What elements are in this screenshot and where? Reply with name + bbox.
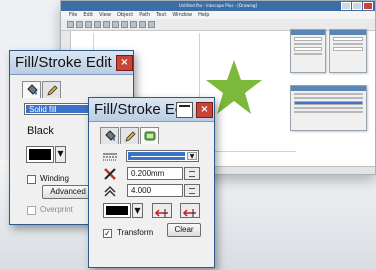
panel-row (294, 47, 322, 51)
transform-checkbox[interactable]: ✓ (103, 229, 112, 238)
close-icon: × (200, 104, 209, 115)
miter-limit-icon (104, 185, 116, 197)
panel-line (294, 43, 322, 45)
undo-icon[interactable] (130, 21, 137, 28)
chevron-down-icon[interactable]: ▼ (187, 152, 197, 160)
winding-checkbox[interactable] (27, 175, 36, 184)
dialog-title-bar: Fill/Stroke Edit × (10, 51, 133, 75)
chevron-down-icon: ▼ (134, 206, 141, 215)
app-toolbar (61, 19, 375, 31)
print-icon[interactable] (94, 21, 101, 28)
stroke-width-field[interactable]: 0.200mm (127, 167, 183, 180)
copy-icon[interactable] (112, 21, 119, 28)
redo-icon[interactable] (139, 21, 146, 28)
panel-row (294, 37, 322, 41)
start-arrow-button[interactable] (152, 203, 172, 218)
line-style-value (128, 152, 185, 160)
start-arrow-icon (154, 209, 168, 217)
panel-line (294, 97, 363, 99)
app-close-button[interactable] (363, 2, 373, 10)
fill-stroke-dialog-front: Fill/Stroke Edit × ▼ 0.200mm 4.000 ▼ ✓ T… (88, 97, 215, 268)
stroke-color-dropdown[interactable]: ▼ (132, 203, 143, 218)
close-button[interactable]: × (116, 55, 133, 71)
panel-row (333, 47, 363, 51)
menu-text[interactable]: Text (156, 11, 166, 19)
app-title-bar: Untitled.fhx - Inkscape Plus - [Drawing] (61, 1, 375, 11)
panel-line (294, 111, 363, 113)
paint-bucket-icon (105, 130, 116, 141)
tab-fill[interactable] (100, 127, 119, 144)
color-name-label: Black (27, 125, 54, 137)
overprint-checkbox[interactable] (27, 206, 36, 215)
miter-limit-field[interactable]: 4.000 (127, 184, 183, 197)
app-menu-bar: File Edit View Object Path Text Window H… (61, 11, 375, 19)
line-style-icon (103, 153, 117, 161)
app-maximize-button[interactable] (352, 2, 362, 10)
stroke-color-swatch[interactable] (103, 203, 131, 218)
swatch-fill (106, 206, 128, 215)
zoom-icon[interactable] (148, 21, 155, 28)
new-icon[interactable] (67, 21, 74, 28)
winding-label: Winding (40, 174, 69, 183)
panel-line (294, 107, 363, 109)
menu-file[interactable]: File (69, 11, 77, 19)
panel-title-bar (291, 86, 366, 91)
close-icon: × (120, 57, 129, 68)
menu-object[interactable]: Object (117, 11, 133, 19)
tab-fill-stroke[interactable] (140, 127, 159, 144)
miter-limit-stepper[interactable] (184, 184, 200, 197)
dialog-title-bar: Fill/Stroke Edit × (89, 98, 214, 122)
end-arrow-icon (182, 209, 196, 217)
pencil-icon (47, 85, 58, 96)
pencil-icon (125, 131, 136, 142)
cut-icon[interactable] (103, 21, 110, 28)
panel-title-bar (330, 30, 366, 35)
panel-title-bar (291, 30, 325, 35)
panel-line (333, 43, 363, 45)
layers-panel (290, 85, 367, 131)
swatch-fill (29, 149, 51, 160)
tab-stroke[interactable] (120, 127, 139, 144)
clear-button[interactable]: Clear (167, 223, 201, 237)
menu-edit[interactable]: Edit (83, 11, 93, 19)
app-minimize-button[interactable] (341, 2, 351, 10)
overprint-label: Overprint (40, 205, 73, 214)
color-dropdown-button[interactable]: ▼ (55, 146, 66, 163)
paint-bucket-icon (27, 84, 38, 95)
maximize-button[interactable] (176, 102, 193, 118)
advanced-button[interactable]: Advanced (42, 185, 94, 199)
transform-label: Transform (117, 228, 154, 237)
menu-help[interactable]: Help (198, 11, 209, 19)
stroke-width-stepper[interactable] (184, 167, 200, 180)
chevron-down-icon: ▼ (57, 149, 64, 158)
tab-fill[interactable] (22, 81, 41, 98)
panel-row (333, 37, 363, 41)
close-button[interactable]: × (196, 102, 213, 118)
fill-stroke-icon (144, 131, 156, 141)
app-window-controls (341, 2, 373, 10)
panel-line (294, 53, 322, 55)
end-arrow-button[interactable] (180, 203, 200, 218)
dialog-title: Fill/Stroke Edit (15, 54, 112, 71)
swatch-panel (329, 29, 367, 73)
line-style-select[interactable]: ▼ (126, 150, 199, 162)
line-style-preview (131, 156, 185, 157)
menu-view[interactable]: View (99, 11, 111, 19)
menu-window[interactable]: Window (172, 11, 192, 19)
color-panel (290, 29, 326, 73)
paste-icon[interactable] (121, 21, 128, 28)
app-title: Untitled.fhx - Inkscape Plus - [Drawing] (178, 3, 258, 8)
dialog-tabs (22, 81, 62, 98)
dialog-tabs (100, 127, 160, 144)
panel-row-selected[interactable] (294, 101, 363, 105)
fill-color-swatch[interactable] (26, 146, 54, 163)
menu-path[interactable]: Path (139, 11, 150, 19)
tab-stroke[interactable] (42, 81, 61, 98)
panel-line (294, 93, 363, 95)
open-icon[interactable] (76, 21, 83, 28)
save-icon[interactable] (85, 21, 92, 28)
stroke-width-icon (104, 168, 116, 180)
